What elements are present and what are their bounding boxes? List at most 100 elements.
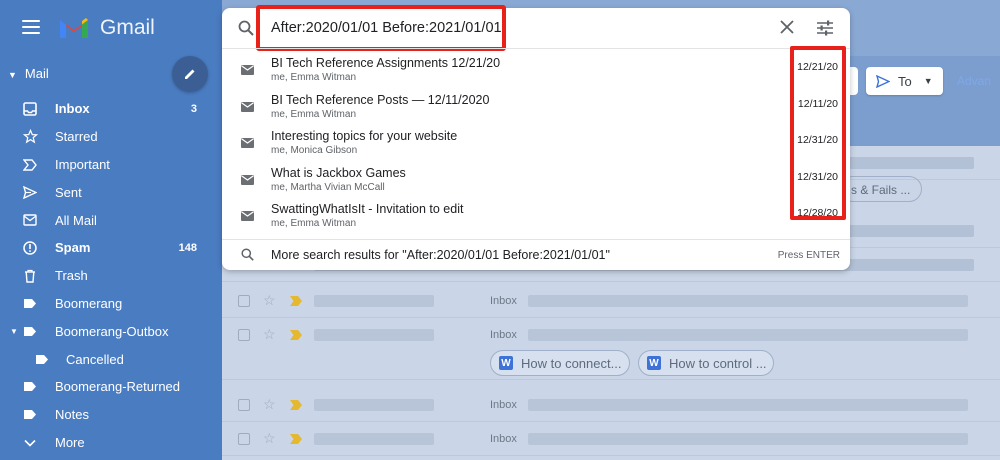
- sidebar-item-label: Boomerang-Outbox: [55, 323, 169, 339]
- gmail-logo-icon[interactable]: [58, 16, 90, 40]
- sidebar-item-boomerang-outbox[interactable]: ▼ Boomerang-Outbox: [0, 317, 222, 345]
- advanced-link[interactable]: Advan: [957, 74, 991, 88]
- sidebar-item-starred[interactable]: Starred: [0, 123, 222, 151]
- message-subject: [528, 399, 968, 411]
- mail-section-label: Mail: [24, 66, 49, 81]
- sender-name: [314, 399, 434, 411]
- label-icon: [22, 407, 38, 423]
- search-options-icon[interactable]: [816, 20, 834, 36]
- search-suggestion[interactable]: BI Tech Reference Assignments 12/21/20 m…: [222, 51, 850, 88]
- message-subject: [528, 433, 968, 445]
- inbox-icon: [22, 101, 38, 117]
- sidebar-item-all-mail[interactable]: All Mail: [0, 206, 222, 234]
- sidebar-item-label: Boomerang: [55, 295, 123, 311]
- sidebar-item-sent[interactable]: Sent: [0, 178, 222, 206]
- caret-down-icon[interactable]: ▼: [10, 327, 18, 336]
- label-icon: [22, 296, 38, 312]
- sidebar-item-cancelled[interactable]: Cancelled: [0, 345, 222, 373]
- sidebar-item-trash[interactable]: Trash: [0, 262, 222, 290]
- star-icon[interactable]: ☆: [263, 326, 276, 343]
- sidebar-item-important[interactable]: Important: [0, 151, 222, 179]
- compose-button[interactable]: [172, 56, 208, 92]
- sidebar-item-more[interactable]: More: [0, 429, 222, 457]
- sidebar-item-label: Important: [55, 156, 110, 172]
- date-highlight-box: [790, 46, 846, 220]
- to-button[interactable]: To ▼: [866, 67, 943, 95]
- attachment-name: How to connect...: [521, 355, 622, 371]
- send-icon: [876, 74, 890, 88]
- result-participants: me, Monica Gibson: [271, 145, 358, 157]
- sidebar-item-boomerang-returned[interactable]: Boomerang-Returned: [0, 373, 222, 401]
- search-icon: [241, 248, 254, 261]
- star-icon[interactable]: ☆: [263, 396, 276, 413]
- word-doc-icon: W: [499, 356, 513, 370]
- attachment-chip[interactable]: W How to control ...: [638, 350, 774, 376]
- pencil-icon: [185, 69, 195, 79]
- message-subject: [528, 295, 968, 307]
- result-participants: me, Emma Witman: [271, 72, 357, 83]
- search-suggestion[interactable]: What is Jackbox Games me, Martha Vivian …: [222, 161, 850, 198]
- search-icon[interactable]: [238, 20, 254, 36]
- sidebar-item-boomerang[interactable]: Boomerang: [0, 290, 222, 318]
- important-icon: [22, 157, 38, 173]
- sidebar-nav: Inbox 3 Starred Important Sent All Mail …: [0, 95, 222, 456]
- app-header: Gmail: [0, 0, 222, 56]
- row-checkbox[interactable]: [238, 433, 250, 445]
- important-marker-icon[interactable]: [290, 400, 302, 410]
- divider: [222, 48, 850, 49]
- table-row[interactable]: ☆ Inbox: [222, 422, 1000, 456]
- mail-icon: [241, 211, 254, 222]
- close-icon[interactable]: [779, 19, 795, 35]
- chevron-down-icon: [22, 435, 38, 451]
- sender-name: [314, 433, 434, 445]
- mail-icon: [241, 65, 254, 75]
- sidebar-item-label: Starred: [55, 129, 98, 145]
- result-title: SwattingWhatIsIt - Invitation to edit: [271, 202, 464, 217]
- sidebar-item-label: Notes: [55, 407, 89, 423]
- attachment-chip[interactable]: W How to connect...: [490, 350, 630, 376]
- row-checkbox[interactable]: [238, 399, 250, 411]
- spam-icon: [22, 240, 38, 256]
- press-enter-hint: Press ENTER: [777, 250, 840, 261]
- sidebar-item-notes[interactable]: Notes: [0, 401, 222, 429]
- search-input[interactable]: After:2020/01/01 Before:2021/01/01: [271, 20, 502, 36]
- sidebar: Gmail ▼ Mail Inbox 3 Starred Important Se…: [0, 0, 222, 460]
- important-marker-icon[interactable]: [290, 434, 302, 444]
- row-checkbox[interactable]: [238, 329, 250, 341]
- word-doc-icon: W: [647, 356, 661, 370]
- more-results-row[interactable]: More search results for "After:2020/01/0…: [222, 240, 850, 270]
- inbox-label: Inbox: [490, 433, 517, 445]
- unread-count: 3: [190, 102, 197, 115]
- sidebar-item-spam[interactable]: Spam 148: [0, 234, 222, 262]
- inbox-label: Inbox: [490, 329, 517, 341]
- star-icon[interactable]: ☆: [263, 430, 276, 447]
- label-icon: [22, 379, 38, 395]
- important-marker-icon[interactable]: [290, 296, 302, 306]
- search-suggestion[interactable]: Interesting topics for your website me, …: [222, 124, 850, 161]
- result-participants: me, Martha Vivian McCall: [271, 181, 385, 193]
- mail-section-heading[interactable]: ▼ Mail: [8, 66, 49, 81]
- inbox-label: Inbox: [490, 295, 517, 307]
- sidebar-item-label: Spam: [55, 240, 91, 256]
- search-suggestion[interactable]: BI Tech Reference Posts — 12/11/2020 me,…: [222, 88, 850, 125]
- attachment-chip[interactable]: s & Fails ...: [840, 176, 922, 202]
- mail-icon: [241, 138, 254, 149]
- sender-name: [314, 295, 434, 307]
- table-row[interactable]: ☆ Inbox: [222, 388, 1000, 422]
- unread-count: 148: [178, 241, 197, 254]
- main-menu-icon[interactable]: [22, 20, 40, 34]
- message-subject: [528, 329, 968, 341]
- search-suggestion[interactable]: SwattingWhatIsIt - Invitation to edit me…: [222, 197, 850, 234]
- table-row[interactable]: ☆ Inbox: [222, 284, 1000, 318]
- star-icon[interactable]: ☆: [263, 292, 276, 309]
- mail-icon: [241, 174, 254, 185]
- to-label: To: [898, 73, 912, 89]
- row-checkbox[interactable]: [238, 295, 250, 307]
- search-dropdown: After:2020/01/01 Before:2021/01/01 BI Te…: [222, 5, 850, 270]
- sidebar-item-inbox[interactable]: Inbox 3: [0, 95, 222, 123]
- search-bar: After:2020/01/01 Before:2021/01/01: [222, 5, 850, 51]
- label-icon: [34, 351, 50, 367]
- sidebar-item-label: All Mail: [55, 212, 97, 228]
- important-marker-icon[interactable]: [290, 330, 302, 340]
- sidebar-item-label: Trash: [55, 268, 88, 284]
